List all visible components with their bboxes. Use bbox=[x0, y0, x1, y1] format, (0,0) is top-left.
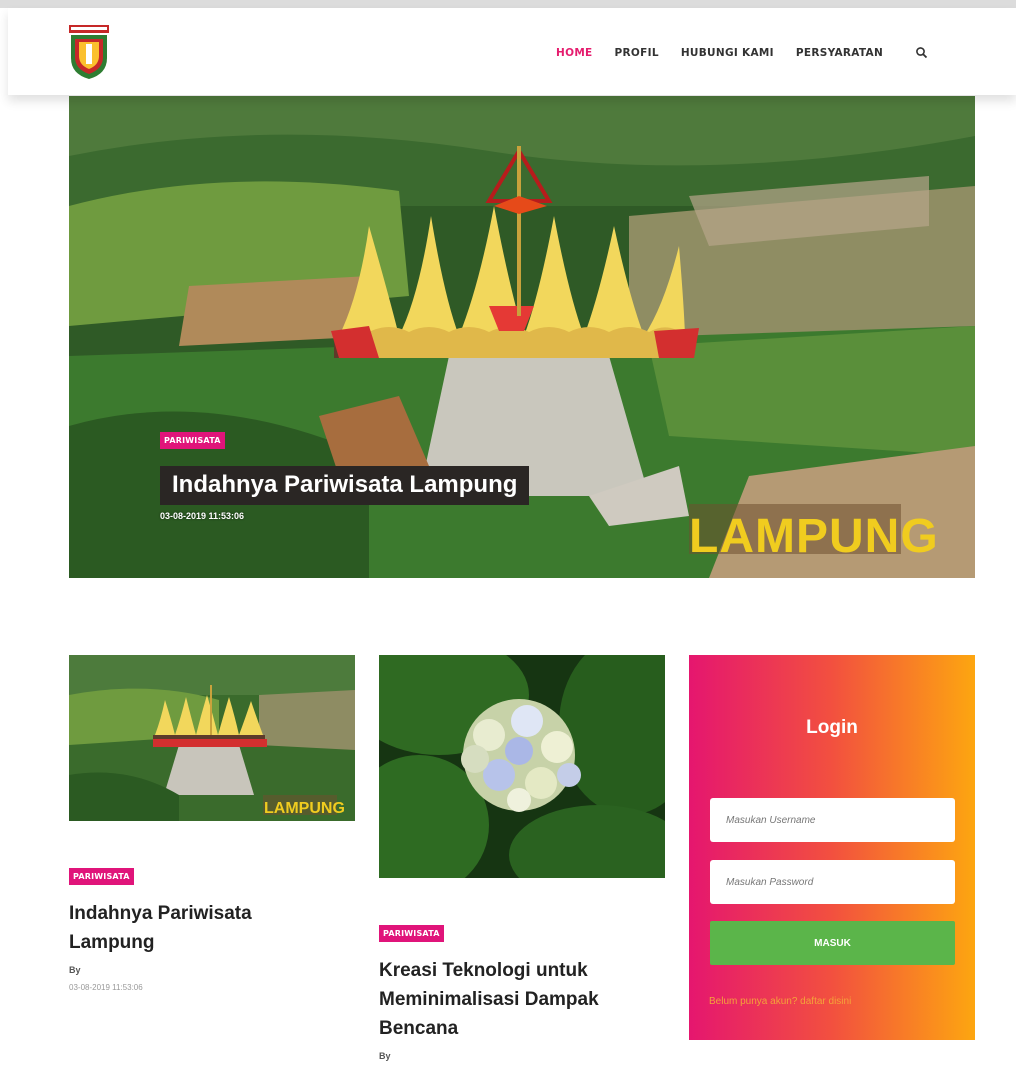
hero-slide[interactable]: LAMPUNG PARIWISATA Indahnya Pariwisata L… bbox=[69, 96, 975, 578]
login-panel: Login MASUK Belum punya akun? daftar dis… bbox=[689, 655, 975, 1040]
article-title[interactable]: Kreasi Teknologi untuk Meminimalisasi Da… bbox=[379, 956, 649, 1043]
login-submit-button[interactable]: MASUK bbox=[710, 921, 955, 965]
nav-hubungi-kami[interactable]: HUBUNGI KAMI bbox=[681, 47, 774, 59]
login-title: Login bbox=[806, 717, 858, 738]
provincial-crest-logo[interactable] bbox=[68, 24, 110, 80]
hero-date: 03-08-2019 11:53:06 bbox=[160, 511, 245, 521]
article-author: By bbox=[379, 1051, 391, 1061]
article-thumbnail[interactable]: LAMPUNG bbox=[69, 655, 355, 821]
article-date: 03-08-2019 11:53:06 bbox=[69, 983, 143, 992]
nav-home[interactable]: HOME bbox=[556, 47, 593, 59]
hero-category-badge[interactable]: PARIWISATA bbox=[160, 432, 225, 449]
search-icon[interactable] bbox=[915, 46, 929, 60]
site-header: HOME PROFIL HUBUNGI KAMI PERSYARATAN bbox=[8, 8, 1016, 95]
username-field[interactable] bbox=[710, 798, 955, 842]
article-author: By bbox=[69, 965, 81, 975]
article-title[interactable]: Indahnya Pariwisata Lampung bbox=[69, 899, 299, 957]
nav-profil[interactable]: PROFIL bbox=[615, 47, 659, 59]
hero-image: LAMPUNG bbox=[69, 96, 975, 578]
thumbnail-sign-text: LAMPUNG bbox=[264, 800, 345, 817]
top-border bbox=[0, 0, 1016, 8]
register-link[interactable]: Belum punya akun? daftar disini bbox=[709, 996, 851, 1007]
article-thumbnail[interactable] bbox=[379, 655, 665, 878]
nav-persyaratan[interactable]: PERSYARATAN bbox=[796, 47, 883, 59]
hero-sign-text: LAMPUNG bbox=[689, 510, 939, 563]
article-card: PARIWISATA Kreasi Teknologi untuk Memini… bbox=[379, 655, 665, 1061]
article-category-badge[interactable]: PARIWISATA bbox=[379, 925, 444, 942]
main-nav: HOME PROFIL HUBUNGI KAMI PERSYARATAN bbox=[556, 46, 929, 60]
article-card: LAMPUNG PARIWISATA Indahnya Pariwisata L… bbox=[69, 655, 355, 992]
password-field[interactable] bbox=[710, 860, 955, 904]
hero-title[interactable]: Indahnya Pariwisata Lampung bbox=[160, 466, 530, 505]
article-category-badge[interactable]: PARIWISATA bbox=[69, 868, 134, 885]
